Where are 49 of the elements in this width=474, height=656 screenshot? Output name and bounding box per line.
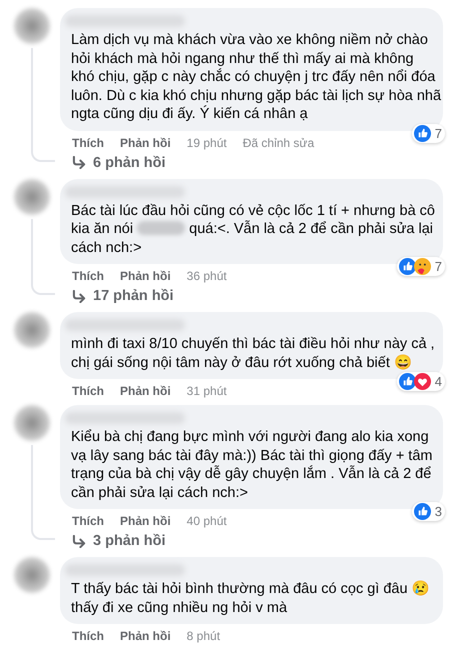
reply-arrow-icon: [72, 534, 87, 548]
like-link[interactable]: Thích: [72, 384, 104, 398]
comment-text: thấy đi xe cũng nhiều ng hỏi v mà: [71, 600, 288, 616]
reply-link[interactable]: Phản hồi: [120, 629, 171, 643]
view-replies-link[interactable]: 6 phản hồi: [93, 154, 166, 170]
reply-link[interactable]: Phản hồi: [120, 136, 171, 150]
view-replies-link[interactable]: 3 phản hồi: [93, 533, 166, 549]
reaction-badge[interactable]: 4: [396, 372, 445, 391]
reply-link[interactable]: Phản hồi: [120, 269, 171, 283]
like-link[interactable]: Thích: [72, 514, 104, 528]
comment-text: khó chịu, gặp c này chắc có chuyện j trc đấy nên nổi đóa: [71, 69, 436, 85]
comment-text: quá:<. Vẫn là cả 2 để cần phải sửa lại: [188, 221, 434, 237]
comment-text: T thấy bác tài hỏi bình thường mà đâu có cọc gì đâu 😢: [71, 581, 430, 597]
comment-text: cách nch:>: [71, 240, 142, 256]
comment-text: kia ăn nói: [71, 221, 134, 237]
like-link[interactable]: Thích: [72, 629, 104, 643]
reply-arrow-icon: [72, 290, 87, 302]
timestamp[interactable]: 36 phút: [186, 269, 227, 283]
timestamp[interactable]: 8 phút: [186, 629, 220, 643]
avatar[interactable]: [14, 178, 50, 214]
comment-text: hỏi khách mà hỏi ngang như thế thì mấy ai mà không: [71, 50, 414, 66]
comment-text: Làm dịch vụ mà khách vừa vào xe không niềm nở chào: [71, 32, 428, 48]
comment-text: mình đi taxi 8/10 chuyến thì bác tài điều hỏi như này cả ,: [71, 336, 435, 352]
avatar[interactable]: [14, 312, 50, 348]
reply-link[interactable]: Phản hồi: [120, 384, 171, 398]
comment-text: trạng của bà chị vậy dễ gây chuyện lắm . Vẫn là cả 2 để: [71, 466, 432, 482]
timestamp[interactable]: 31 phút: [186, 384, 227, 398]
avatar[interactable]: [14, 405, 50, 441]
comment-text: luôn. Dù c kia khó chịu nhưng gặp bác tài lịch sự hòa nhã: [71, 88, 442, 104]
reply-link[interactable]: Phản hồi: [120, 514, 171, 528]
reaction-badge[interactable]: 7: [396, 257, 445, 276]
edited-label: Đã chỉnh sửa: [242, 136, 314, 150]
like-link[interactable]: Thích: [72, 269, 104, 283]
comment-text: chị gái sống nội tâm này ở đâu rớt xuống chả biết 😄: [71, 354, 412, 370]
reaction-badge[interactable]: 3: [412, 502, 445, 521]
view-replies-link[interactable]: 17 phản hồi: [93, 288, 174, 304]
comment-text: ngta cũng dịu đi ấy. Ý kiến cá nhân ạ: [71, 106, 308, 122]
avatar[interactable]: [14, 8, 50, 44]
timestamp[interactable]: 40 phút: [186, 514, 227, 528]
timestamp[interactable]: 19 phút: [186, 136, 227, 150]
reaction-badge[interactable]: 7: [412, 124, 445, 142]
blurred-word: [137, 221, 186, 235]
reply-arrow-icon: [72, 156, 87, 169]
like-link[interactable]: Thích: [72, 136, 104, 150]
comment-text: Kiểu bà chị đang bực mình với người đang alo kia xong: [71, 429, 429, 445]
comment-text: vạ lây sang bác tài đây mà:)) Bác tài thì giọng đấy + tâm: [71, 448, 432, 464]
avatar[interactable]: [14, 557, 50, 593]
comment-text: Bác tài lúc đầu hỏi cũng có vẻ cộc lốc 1 tí + nhưng bà cô: [71, 202, 435, 218]
comment-text: cần phải sửa lại cách nch:>: [71, 484, 248, 500]
